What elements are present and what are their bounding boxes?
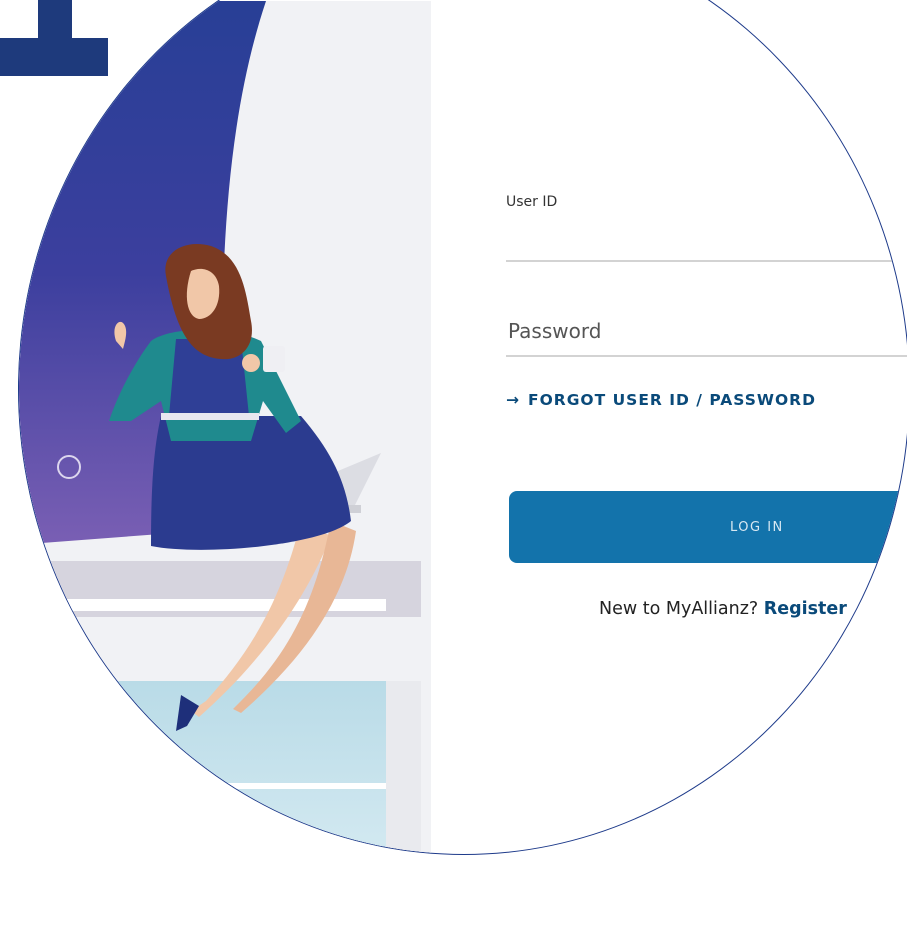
register-link[interactable]: Register bbox=[764, 599, 847, 619]
login-form: User ID → FORGOT USER ID / PASSWORD LOG I… bbox=[506, 1, 907, 854]
register-prompt: New to MyAllianz? Register bbox=[599, 599, 847, 619]
userid-input[interactable] bbox=[506, 214, 907, 262]
register-prompt-text: New to MyAllianz? bbox=[599, 599, 759, 619]
circular-frame: User ID → FORGOT USER ID / PASSWORD LOG I… bbox=[18, 0, 907, 855]
forgot-userid-password-link[interactable]: → FORGOT USER ID / PASSWORD bbox=[506, 391, 816, 409]
arrow-right-icon: → bbox=[506, 391, 520, 409]
userid-label: User ID bbox=[506, 194, 558, 210]
login-button[interactable]: LOG IN bbox=[509, 491, 907, 563]
woman-with-laptop-illustration bbox=[19, 1, 431, 854]
forgot-link-label: FORGOT USER ID / PASSWORD bbox=[528, 391, 816, 409]
password-input[interactable] bbox=[506, 307, 907, 357]
